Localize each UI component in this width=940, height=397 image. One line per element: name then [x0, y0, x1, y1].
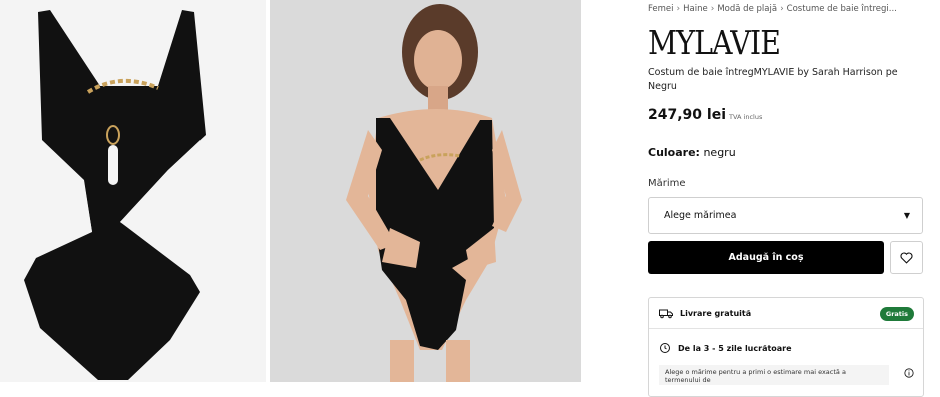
vat-note: TVA inclus [729, 113, 763, 121]
product-name: Costum de baie întregMYLAVIE by Sarah Ha… [648, 67, 898, 92]
size-select-placeholder: Alege mărimea [664, 210, 737, 221]
size-estimate-note: Alege o mărime pentru a primi o estimare… [659, 365, 889, 385]
price-value: 247,90 lei [648, 107, 726, 123]
product-image-model[interactable] [270, 0, 581, 382]
breadcrumb: Femei › Haine › Modă de plajă › Costume … [648, 4, 897, 14]
breadcrumb-item-costume[interactable]: Costume de baie întregi... [787, 4, 897, 14]
heart-icon [900, 251, 913, 264]
swimsuit-flat-illustration [0, 0, 266, 382]
delivery-time-row: De la 3 - 5 zile lucrătoare [659, 342, 792, 354]
clock-icon [660, 343, 670, 353]
breadcrumb-item-moda-de-plaja[interactable]: Modă de plajă [717, 4, 777, 14]
color-value: negru [703, 146, 736, 159]
wishlist-button[interactable] [890, 241, 923, 274]
info-icon[interactable] [904, 368, 914, 378]
product-price: 247,90 lei TVA inclus [648, 107, 762, 123]
color-info: Culoare: negru [648, 146, 736, 159]
breadcrumb-item-femei[interactable]: Femei [648, 4, 674, 14]
brand-logo[interactable]: MYLAVIE [648, 26, 781, 59]
model-photo-illustration [270, 0, 581, 382]
chevron-right-icon: › [780, 4, 784, 14]
add-to-cart-button[interactable]: Adaugă în coș [648, 241, 884, 274]
truck-icon [659, 309, 673, 319]
free-badge: Gratis [879, 307, 914, 321]
free-delivery-row: Livrare gratuită [659, 308, 751, 319]
chevron-down-icon: ▼ [903, 211, 910, 220]
delivery-time-label: De la 3 - 5 zile lucrătoare [678, 343, 792, 353]
chevron-right-icon: › [676, 4, 681, 14]
free-delivery-label: Livrare gratuită [680, 309, 752, 318]
size-select[interactable]: Alege mărimea ▼ [648, 197, 923, 234]
breadcrumb-item-haine[interactable]: Haine [683, 4, 708, 14]
delivery-divider [649, 328, 923, 329]
size-label: Mărime [648, 178, 686, 189]
chevron-right-icon: › [710, 4, 715, 14]
delivery-box: Livrare gratuită Gratis De la 3 - 5 zile… [648, 297, 924, 397]
product-image-flat[interactable] [0, 0, 266, 382]
color-label: Culoare: [648, 146, 700, 159]
